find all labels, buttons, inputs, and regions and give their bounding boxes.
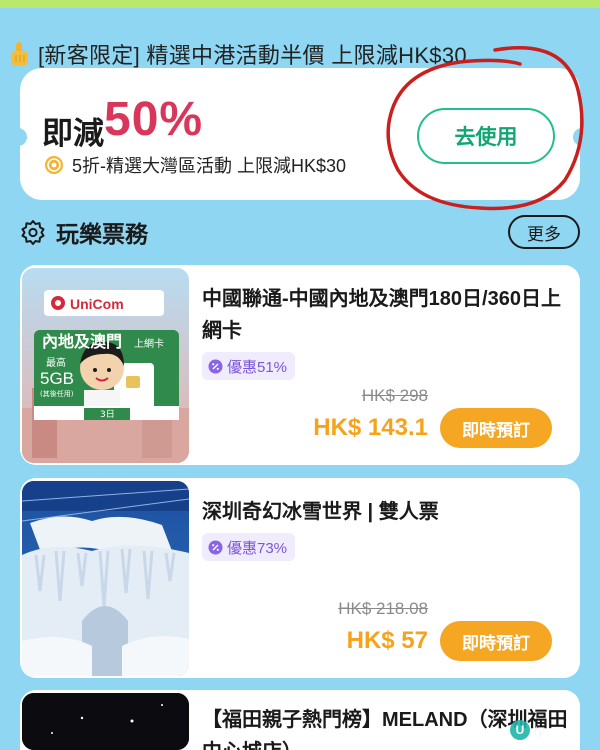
sim-brand-text: UniCom [70,296,124,312]
ticket-icon [21,220,45,245]
coupon-card[interactable]: 即減 50% 5折-精選大灣區活動 上限減HK$30 去使用 [13,68,587,200]
section-title: 玩樂票務 [56,221,148,247]
sim-card-sub: 上網卡 [134,337,164,350]
discount-value: 50% [104,93,204,146]
coupon-notch-left [13,128,27,146]
sim-data-label: 最高 [46,356,66,369]
sim-data-note: (其後任用) [40,389,74,398]
pointing-hand-icon [11,42,28,66]
promo-header-text: [新客限定] 精選中港活動半價 上限減HK$30 [38,43,467,68]
product-title[interactable]: 深圳奇幻冰雪世界 | 雙人票 [202,496,572,528]
product-card[interactable]: UniCom 內地及澳門 上網卡 最高 5GB (其後任用) 3日 中國聯通-中… [20,265,580,465]
coupon-description-text: 5折-精選大灣區活動 上限減HK$30 [72,156,347,176]
book-now-button[interactable]: 即時預訂 [440,408,552,448]
product-image-ice-world [22,481,189,676]
product-card[interactable]: 【福田親子熱門榜】MELAND（深圳福田中心城店） [20,690,580,750]
more-button[interactable]: 更多 [508,215,580,249]
ice-world-illustration [22,481,189,676]
discount-badge-text: 優惠73% [227,539,288,557]
watermark-logo: U [510,720,530,740]
sim-card-illustration: UniCom 內地及澳門 上網卡 最高 5GB (其後任用) 3日 [22,268,189,463]
sale-price: HK$ 57 [346,627,428,654]
product-image-sim-card: UniCom 內地及澳門 上網卡 最高 5GB (其後任用) 3日 [22,268,189,463]
sale-price: HK$ 143.1 [313,414,428,441]
watermark-text: ty [534,722,545,738]
book-now-button[interactable]: 即時預訂 [440,621,552,661]
product-card[interactable]: 深圳奇幻冰雪世界 | 雙人票 優惠73% HK$ 218.08 HK$ 57 即… [20,478,580,678]
sim-card-title: 內地及澳門 [42,332,122,351]
discount-badge: 優惠51% [202,352,296,380]
coupon-description: 5折-精選大灣區活動 上限減HK$30 [44,152,346,178]
watermark: U ty [510,720,544,740]
discount-prefix: 即減 [42,116,104,151]
original-price: HK$ 298 [361,386,428,405]
coin-icon [45,156,63,174]
section-header: 玩樂票務 更多 [20,215,580,249]
discount-badge-text: 優惠51% [227,358,288,376]
discount-icon [208,540,223,554]
discount-badge: 優惠73% [202,533,296,561]
original-price: HK$ 218.08 [338,599,428,618]
product-image-meland [22,693,189,750]
promo-header: [新客限定] 精選中港活動半價 上限減HK$30 [8,38,467,70]
coupon-notch-right [573,128,587,146]
sim-data-amount: 5GB [40,369,74,388]
night-sky-illustration [22,693,189,750]
product-title[interactable]: 中國聯通-中國內地及澳門180日/360日上網卡 [202,283,572,347]
use-coupon-button[interactable]: 去使用 [417,108,555,164]
top-bar-strip [0,0,600,8]
sim-days: 3日 [100,409,115,420]
discount-icon [208,359,223,373]
